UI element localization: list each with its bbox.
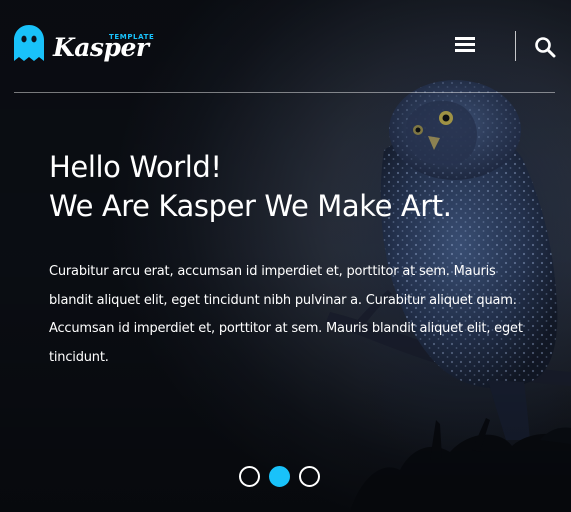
ghost-icon: [14, 25, 44, 61]
header-divider: [515, 31, 516, 61]
hero-section: [0, 0, 571, 512]
slider-bullet-2[interactable]: [269, 466, 290, 487]
header-separator: [14, 92, 555, 93]
slider-bullets: [239, 466, 323, 488]
hero-heading-line2: We Are Kasper We Make Art.: [49, 189, 452, 223]
hero-paragraph: Curabitur arcu erat, accumsan id imperdi…: [49, 264, 523, 365]
hero-overlay: [0, 0, 571, 512]
hero-heading: Hello World! We Are Kasper We Make Art.: [49, 148, 452, 226]
slider-bullet-1[interactable]: [239, 466, 260, 487]
slider-bullet-3[interactable]: [299, 466, 320, 487]
logo-wordmark: Kasper: [53, 33, 149, 62]
hero-heading-line1: Hello World!: [49, 150, 222, 184]
search-icon[interactable]: [534, 36, 556, 58]
logo[interactable]: TEMPLATE Kasper: [13, 24, 154, 62]
hamburger-menu-icon[interactable]: [455, 37, 475, 53]
